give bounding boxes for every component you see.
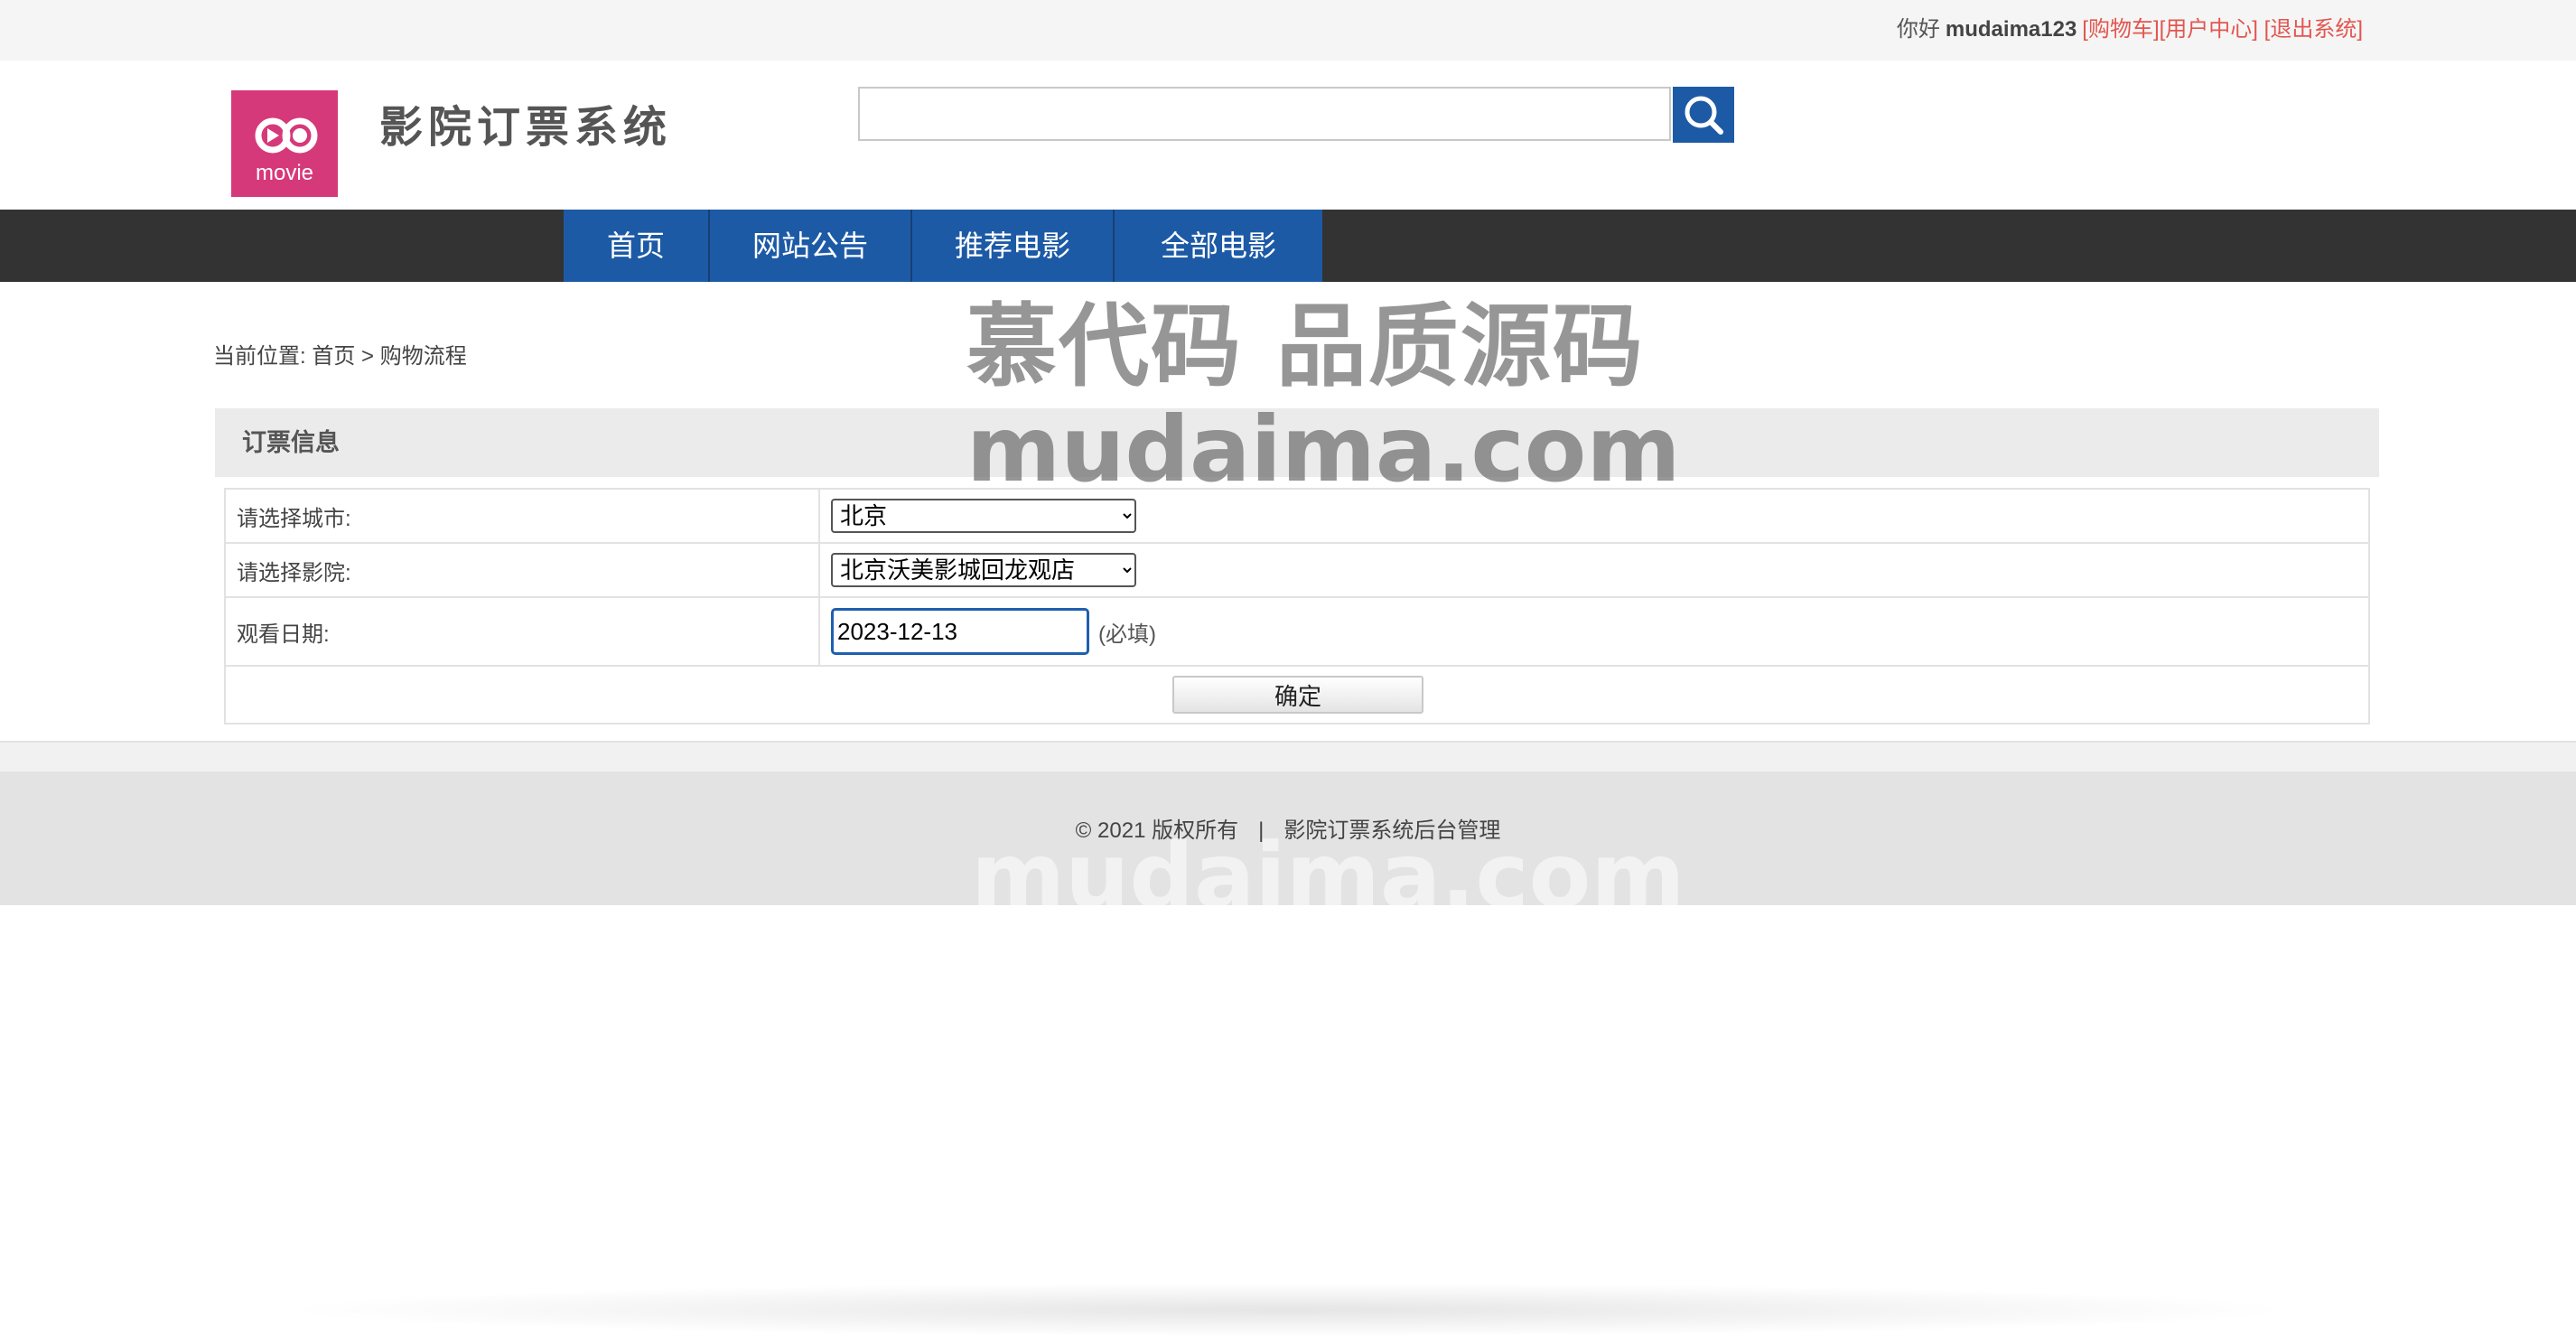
site-logo[interactable]: movie bbox=[231, 90, 338, 197]
username: mudaima123 bbox=[1945, 17, 2077, 42]
nav-item-all-movies[interactable]: 全部电影 bbox=[1115, 210, 1322, 282]
nav-item-recommended[interactable]: 推荐电影 bbox=[912, 210, 1113, 282]
date-input[interactable] bbox=[831, 608, 1089, 655]
breadcrumb-separator: > bbox=[361, 344, 375, 369]
user-greeting: 你好 mudaima123 [购物车][用户中心] [退出系统] bbox=[1897, 14, 2363, 45]
nav-item-home[interactable]: 首页 bbox=[564, 210, 708, 282]
form-row-submit: 确定 bbox=[226, 667, 2368, 723]
date-label: 观看日期: bbox=[226, 598, 820, 665]
breadcrumb: 当前位置: 首页 > 购物流程 bbox=[213, 341, 467, 372]
top-bar: 你好 mudaima123 [购物车][用户中心] [退出系统] bbox=[0, 0, 2576, 61]
logout-link[interactable]: [退出系统] bbox=[2264, 17, 2363, 42]
cart-link[interactable]: [购物车] bbox=[2082, 17, 2159, 42]
watermark-line-2: mudaima.com bbox=[966, 397, 1681, 502]
booking-form: 请选择城市: 北京 请选择影院: 北京沃美影城回龙观店 观看日期: (必填) 确… bbox=[224, 488, 2370, 725]
breadcrumb-current: 购物流程 bbox=[379, 344, 467, 369]
site-title: 影院订票系统 bbox=[379, 104, 673, 152]
form-row-date: 观看日期: (必填) bbox=[226, 598, 2368, 667]
section-title: 订票信息 bbox=[242, 429, 340, 456]
search-icon bbox=[1685, 96, 1723, 135]
cinema-select[interactable]: 北京沃美影城回龙观店 bbox=[831, 553, 1136, 587]
search-button[interactable] bbox=[1673, 87, 1734, 143]
cinema-label: 请选择影院: bbox=[226, 544, 820, 596]
confirm-button[interactable]: 确定 bbox=[1172, 676, 1423, 714]
breadcrumb-prefix: 当前位置: bbox=[213, 344, 306, 369]
bottom-shadow bbox=[271, 1283, 2305, 1337]
movie-logo-icon: movie bbox=[255, 117, 318, 185]
required-hint: (必填) bbox=[1098, 622, 1156, 647]
footer-watermark: mudaima.com bbox=[971, 823, 1685, 929]
nav-item-announcements[interactable]: 网站公告 bbox=[710, 210, 910, 282]
logo-text: movie bbox=[256, 161, 313, 185]
footer-divider bbox=[0, 741, 2576, 773]
user-center-link[interactable]: [用户中心] bbox=[2160, 17, 2258, 42]
greeting-text: 你好 bbox=[1896, 17, 1940, 42]
form-row-cinema: 请选择影院: 北京沃美影城回龙观店 bbox=[226, 544, 2368, 598]
watermark-line-1: 慕代码 品质源码 bbox=[966, 294, 1645, 399]
search-input[interactable] bbox=[858, 87, 1671, 141]
breadcrumb-home-link[interactable]: 首页 bbox=[312, 344, 355, 369]
city-label: 请选择城市: bbox=[226, 490, 820, 542]
